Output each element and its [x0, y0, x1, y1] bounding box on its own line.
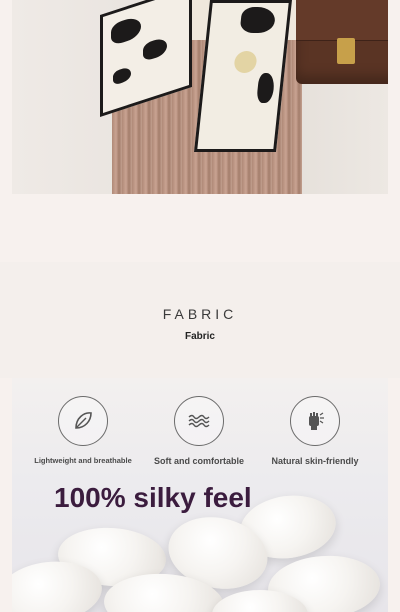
feature-label: Lightweight and breathable [34, 456, 132, 465]
feature-soft: Soft and comfortable [144, 396, 254, 466]
leaf-icon [58, 396, 108, 446]
product-photo [12, 0, 388, 194]
headline: 100% silky feel [54, 482, 252, 513]
hand-icon [290, 396, 340, 446]
feature-label: Soft and comfortable [153, 456, 244, 466]
fabric-panel: Lightweight and breathable Soft and comf… [12, 378, 388, 612]
section-title: FABRIC [162, 306, 238, 322]
product-detail-page: FABRIC Fabric Lightweight and breathable… [0, 0, 400, 612]
feature-skin-friendly: Natural skin-friendly [260, 396, 370, 466]
feature-lightweight: Lightweight and breathable [28, 396, 138, 465]
section-subtitle: Fabric [184, 331, 215, 342]
wave-icon [174, 396, 224, 446]
silk-scarf [100, 0, 292, 152]
handbag [296, 0, 388, 84]
feature-label: Natural skin-friendly [271, 456, 359, 466]
